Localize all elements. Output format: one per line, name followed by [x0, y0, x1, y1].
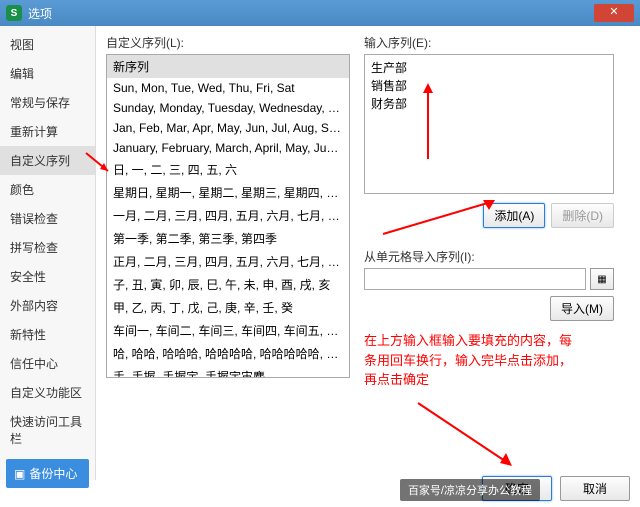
delete-button: 删除(D) [551, 203, 614, 228]
input-list-label: 输入序列(E): [364, 34, 614, 51]
sidebar-item-spell-check[interactable]: 拼写检查 [0, 233, 95, 262]
sidebar-item-error-check[interactable]: 错误检查 [0, 204, 95, 233]
list-item[interactable]: 新序列 [107, 55, 349, 78]
window-title: 选项 [28, 5, 594, 22]
cancel-button[interactable]: 取消 [560, 476, 630, 501]
custom-list-label: 自定义序列(L): [106, 34, 350, 51]
main-panel: 自定义序列(L): 新序列 Sun, Mon, Tue, Wed, Thu, F… [96, 26, 640, 480]
list-item[interactable]: 甲, 乙, 丙, 丁, 戊, 己, 庚, 辛, 壬, 癸 [107, 296, 349, 319]
sidebar-item-edit[interactable]: 编辑 [0, 59, 95, 88]
sidebar-item-view[interactable]: 视图 [0, 30, 95, 59]
list-item[interactable]: Sunday, Monday, Tuesday, Wednesday, Thur… [107, 98, 349, 118]
backup-center-button[interactable]: ▣ 备份中心 [6, 459, 89, 488]
list-item[interactable]: 正月, 二月, 三月, 四月, 五月, 六月, 七月, 八月, 九月, 十... [107, 250, 349, 273]
add-button[interactable]: 添加(A) [483, 203, 545, 228]
sidebar-item-recalc[interactable]: 重新计算 [0, 117, 95, 146]
list-item[interactable]: 第一季, 第二季, 第三季, 第四季 [107, 227, 349, 250]
list-item[interactable]: 日, 一, 二, 三, 四, 五, 六 [107, 158, 349, 181]
sidebar-item-new-features[interactable]: 新特性 [0, 320, 95, 349]
list-item[interactable]: January, February, March, April, May, Ju… [107, 138, 349, 158]
sidebar-item-general-save[interactable]: 常规与保存 [0, 88, 95, 117]
list-item[interactable]: Sun, Mon, Tue, Wed, Thu, Fri, Sat [107, 78, 349, 98]
list-item[interactable]: 一月, 二月, 三月, 四月, 五月, 六月, 七月, 八月, 九月, 十... [107, 204, 349, 227]
sidebar: 视图 编辑 常规与保存 重新计算 自定义序列 颜色 错误检查 拼写检查 安全性 … [0, 26, 96, 480]
watermark: 百家号/凉凉分享办公教程 [400, 479, 540, 501]
input-list-textarea[interactable] [364, 54, 614, 194]
sidebar-item-external[interactable]: 外部内容 [0, 291, 95, 320]
backup-center-label: 备份中心 [29, 465, 77, 482]
titlebar: S 选项 ✕ [0, 0, 640, 26]
range-picker-button[interactable]: ▦ [590, 268, 614, 290]
sidebar-item-trust-center[interactable]: 信任中心 [0, 349, 95, 378]
sidebar-item-quick-access[interactable]: 快速访问工具栏 [0, 407, 95, 453]
sidebar-item-color[interactable]: 颜色 [0, 175, 95, 204]
list-item[interactable]: 手, 手握, 手握宇, 手握宇宙麋 [107, 365, 349, 378]
sidebar-item-custom-ribbon[interactable]: 自定义功能区 [0, 378, 95, 407]
list-item[interactable]: Jan, Feb, Mar, Apr, May, Jun, Jul, Aug, … [107, 118, 349, 138]
sidebar-item-custom-lists[interactable]: 自定义序列 [0, 146, 95, 175]
custom-list-box[interactable]: 新序列 Sun, Mon, Tue, Wed, Thu, Fri, Sat Su… [106, 54, 350, 378]
list-item[interactable]: 车间一, 车间二, 车间三, 车间四, 车间五, 车间六, 车间七 [107, 319, 349, 342]
app-icon: S [6, 5, 22, 21]
list-item[interactable]: 星期日, 星期一, 星期二, 星期三, 星期四, 星期五, 星期六 [107, 181, 349, 204]
list-item[interactable]: 哈, 哈哈, 哈哈哈, 哈哈哈哈, 哈哈哈哈哈, 哈哈哈哈哈哈 [107, 342, 349, 365]
import-from-cells-label: 从单元格导入序列(I): [364, 248, 614, 265]
close-button[interactable]: ✕ [594, 4, 634, 22]
sidebar-item-security[interactable]: 安全性 [0, 262, 95, 291]
list-item[interactable]: 子, 丑, 寅, 卯, 辰, 巳, 午, 未, 申, 酉, 戌, 亥 [107, 273, 349, 296]
annotation-note: 在上方输入框输入要填充的内容，每 条用回车换行，输入完毕点击添加， 再点击确定 [364, 331, 614, 390]
import-button[interactable]: 导入(M) [550, 296, 614, 321]
backup-icon: ▣ [14, 467, 25, 481]
import-range-input[interactable] [364, 268, 586, 290]
